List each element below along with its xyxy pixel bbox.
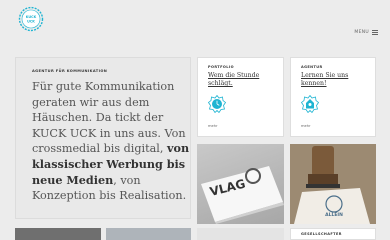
bottom-photo-1[interactable] [15, 228, 101, 240]
agentur-more-link[interactable]: mehr [301, 124, 310, 128]
intro-card: AGENTUR FÜR KOMMUNIKATION Für gute Kommu… [15, 57, 191, 219]
vlag-business-card-photo[interactable]: VLAG [197, 144, 284, 224]
intro-text-plain: Für gute Kommunikation geraten wir aus d… [32, 80, 186, 156]
birdhouse-icon [301, 95, 319, 113]
portfolio-title-link[interactable]: Wem die Stunde schlägt. [208, 72, 278, 88]
portfolio-tag: PORTFOLIO [208, 65, 234, 69]
clock-icon [208, 95, 226, 113]
bottom-photo-2[interactable] [106, 228, 191, 240]
gesellschafter-tag: GESELLSCHAFTER [301, 232, 342, 236]
bottom-photo-3[interactable] [197, 228, 284, 240]
agentur-tag: AGENTUR [301, 65, 323, 69]
stamp-photo-text: ALLEIN [325, 212, 343, 218]
gesellschafter-tile[interactable]: GESELLSCHAFTER [290, 228, 376, 240]
portfolio-more-link[interactable]: mehr [208, 124, 217, 128]
portfolio-tile[interactable]: PORTFOLIO Wem die Stunde schlägt. mehr [197, 57, 284, 137]
hamburger-icon [372, 29, 378, 35]
kuckuck-logo[interactable]: KUCK UCK [18, 6, 44, 32]
vlag-photo-illustration: VLAG [201, 166, 284, 224]
menu-label: MENU [354, 29, 369, 35]
agentur-title-link[interactable]: Lernen Sie uns kennen! [301, 72, 371, 88]
top-bar: KUCK UCK MENU [0, 0, 390, 50]
agentur-tile[interactable]: AGENTUR Lernen Sie uns kennen! mehr [290, 57, 376, 137]
svg-text:UCK: UCK [27, 19, 35, 23]
intro-kicker: AGENTUR FÜR KOMMUNIKATION [32, 69, 108, 73]
stamp-photo-illustration: ALLEIN [290, 144, 376, 224]
intro-text: Für gute Kommunikation geraten wir aus d… [32, 79, 190, 204]
menu-button[interactable]: MENU [354, 27, 378, 37]
stamp-photo[interactable]: ALLEIN [290, 144, 376, 224]
